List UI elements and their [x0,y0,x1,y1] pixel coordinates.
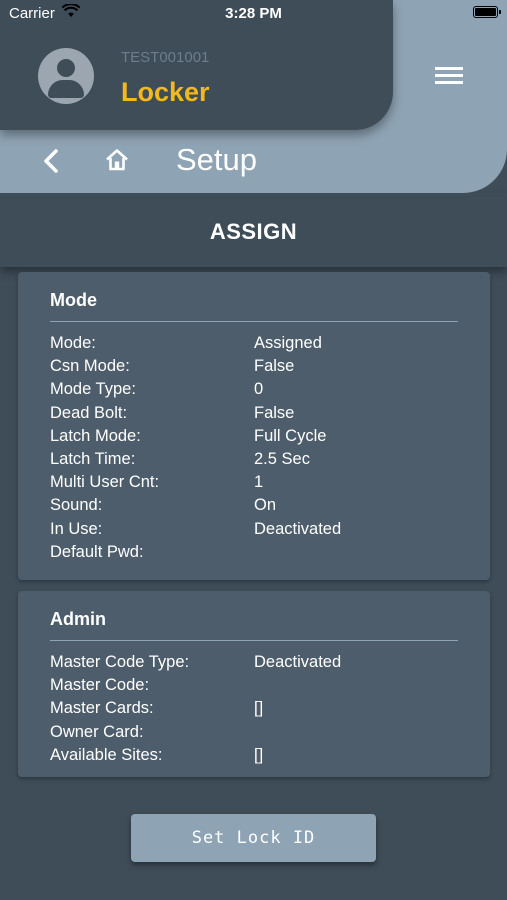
app-title: Locker [121,77,210,107]
detail-value: [] [254,699,264,718]
detail-label: Owner Card: [50,722,144,741]
detail-label: Dead Bolt: [50,403,128,422]
user-avatar-icon[interactable] [38,48,94,104]
hamburger-menu-icon[interactable] [435,67,463,87]
detail-label: Latch Time: [50,449,136,468]
admin-panel-title: Admin [50,609,106,629]
detail-value: 2.5 Sec [254,449,310,468]
detail-label: Sound: [50,496,103,515]
detail-label: Latch Mode: [50,426,141,445]
detail-label: Default Pwd: [50,542,144,561]
detail-value: On [254,496,277,515]
detail-row: Owner Card: [50,723,460,746]
detail-value: Full Cycle [254,426,327,445]
section-header: ASSIGN [0,193,507,267]
set-lock-id-button[interactable]: Set Lock ID [131,814,376,862]
admin-panel: Admin Master Code Type: Deactivated Maste… [18,591,490,777]
detail-row: Available Sites: [] [50,746,460,769]
home-icon[interactable] [104,147,130,173]
chevron-left-icon[interactable] [40,148,64,174]
page-title: Setup [176,142,258,177]
detail-value: False [254,357,295,376]
clock: 3:28 PM [225,5,282,22]
detail-value: Deactivated [254,519,342,538]
divider [50,321,458,322]
detail-value: Deactivated [254,653,342,671]
detail-label: Master Cards: [50,699,154,718]
detail-value: 0 [254,380,264,399]
detail-row: Mode: Assigned [50,334,460,357]
detail-row: Csn Mode: False [50,357,460,380]
mode-panel-title: Mode [50,290,97,310]
detail-label: Master Code Type: [50,653,190,671]
mode-details: Mode: Assigned Csn Mode: False Mode Type: 0… [50,334,460,566]
detail-row: Master Code Type: Deactivated [50,653,460,676]
detail-label: Master Code: [50,676,150,695]
detail-row: Latch Time: 2.5 Sec [50,450,460,473]
detail-row: Dead Bolt: False [50,404,460,427]
detail-value: [] [254,745,264,764]
device-id: TEST001001 [121,49,210,66]
battery-icon [473,6,501,18]
detail-row: Multi User Cnt: 1 [50,473,460,496]
detail-label: Mode: [50,334,96,352]
detail-row: In Use: Deactivated [50,520,460,543]
detail-value: False [254,403,295,422]
detail-label: Multi User Cnt: [50,473,160,492]
admin-details: Master Code Type: Deactivated Master Code… [50,653,460,769]
detail-label: Mode Type: [50,380,136,399]
detail-value: Assigned [254,334,322,352]
detail-row: Sound: On [50,496,460,519]
detail-row: Mode Type: 0 [50,380,460,403]
section-title: ASSIGN [209,219,298,244]
detail-label: In Use: [50,519,103,538]
detail-row: Master Cards: [] [50,699,460,722]
detail-row: Master Code: [50,676,460,699]
mode-panel: Mode Mode: Assigned Csn Mode: False Mode T… [18,272,490,580]
detail-value: 1 [254,473,264,492]
detail-label: Csn Mode: [50,357,130,376]
detail-label: Available Sites: [50,745,163,764]
status-bar: Carrier 3:28 PM [0,0,507,28]
detail-row: Latch Mode: Full Cycle [50,427,460,450]
divider [50,640,458,641]
detail-row: Default Pwd: [50,543,460,566]
